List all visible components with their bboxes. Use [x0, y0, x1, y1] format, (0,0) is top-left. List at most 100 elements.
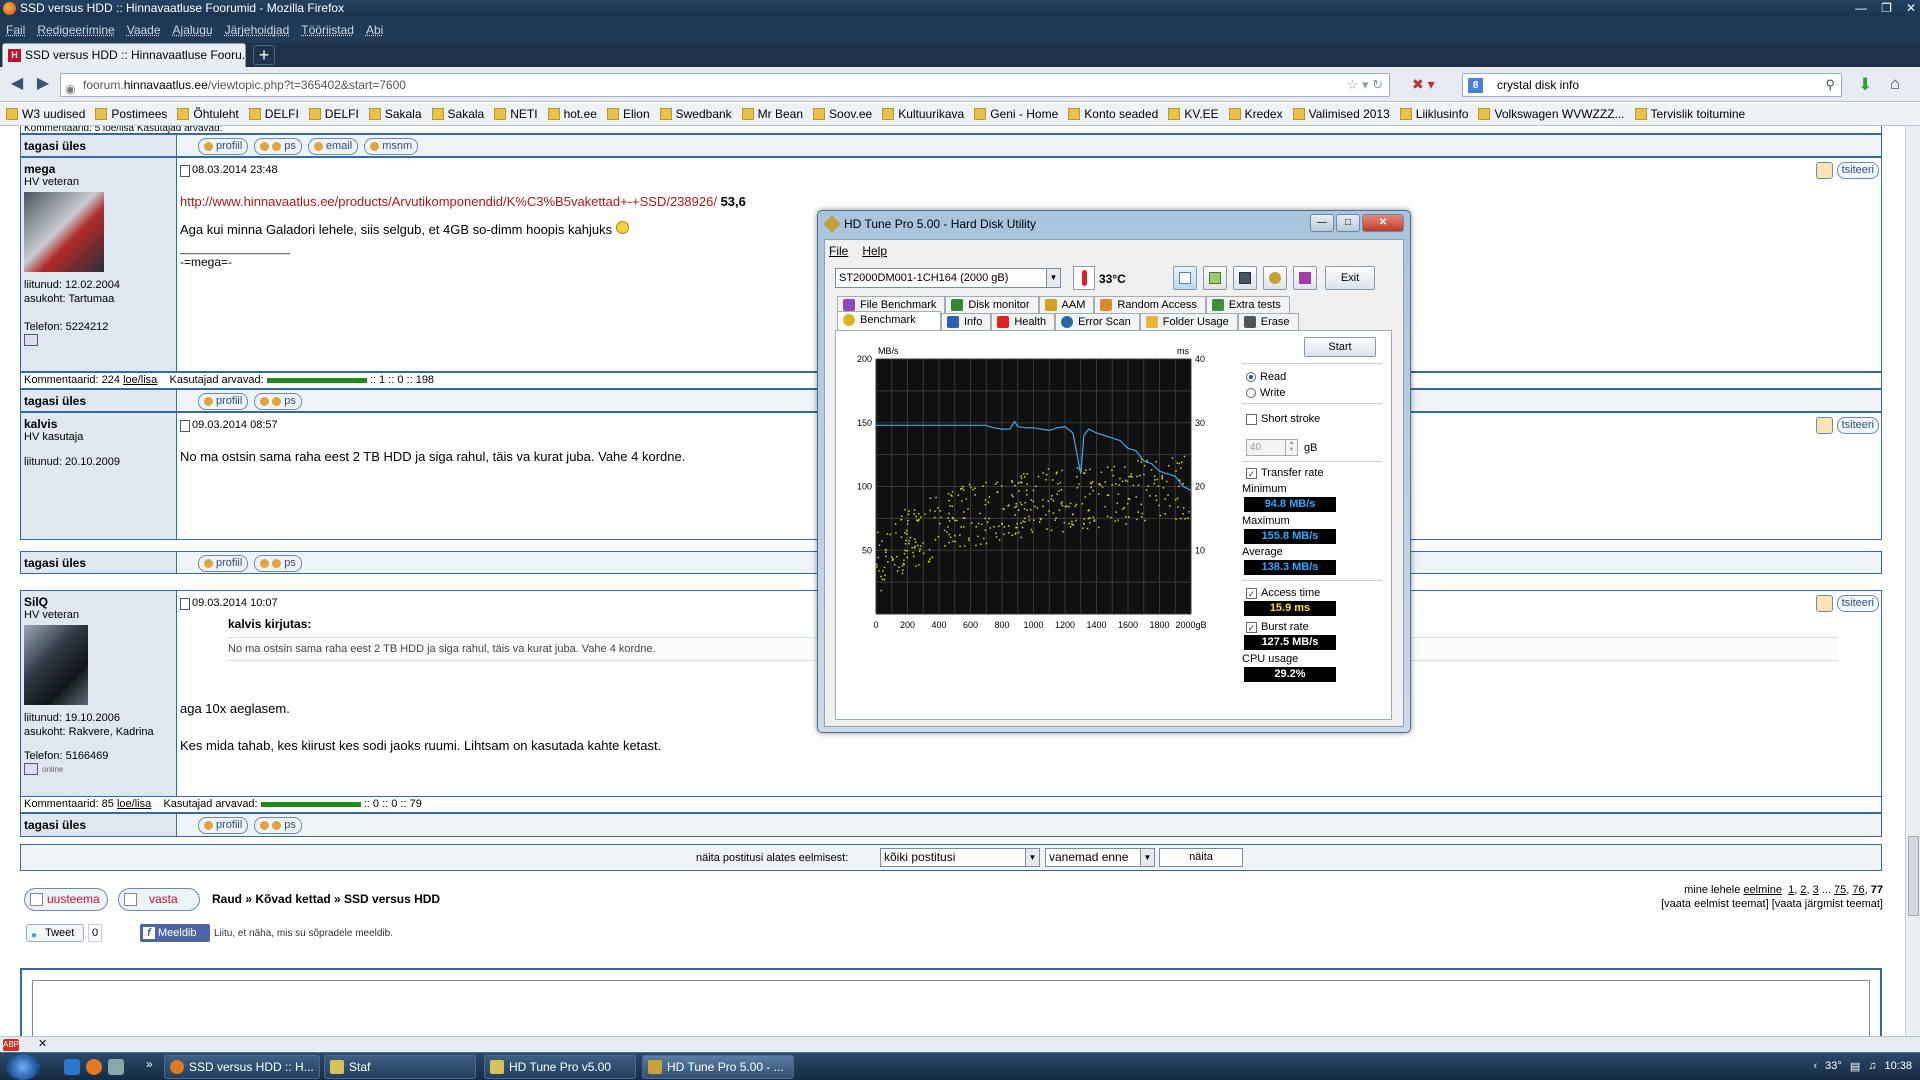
profile-card-icon[interactable] [24, 763, 38, 775]
search-input[interactable]: 8 crystal disk info ⚲ [1462, 73, 1842, 97]
network-icon[interactable]: ▤ [1850, 1060, 1860, 1073]
hdtune-maximize-button[interactable]: □ [1336, 214, 1360, 232]
access-time-checkbox[interactable]: ✓ Access time [1246, 587, 1320, 599]
crumb-ssd-versus-hdd[interactable]: SSD versus HDD [344, 892, 440, 906]
bookmark-item[interactable]: Sakala [431, 107, 484, 121]
reply-button[interactable]: vasta [118, 888, 200, 911]
back-to-top-link[interactable]: tagasi üles [24, 394, 86, 408]
page-link[interactable]: 1 [1788, 884, 1794, 896]
save-icon[interactable] [1233, 266, 1257, 290]
author-name[interactable]: kalvis [24, 417, 173, 431]
menu-jarjehoidjad[interactable]: Järjehoidjad [225, 23, 290, 37]
tab-health[interactable]: Health [991, 313, 1056, 330]
search-icon[interactable]: ⚲ [1825, 74, 1835, 96]
browser-tab-active[interactable]: H SSD versus HDD :: Hinnavaatluse Fooru.… [2, 43, 246, 67]
scrollbar-thumb[interactable] [1908, 836, 1919, 916]
tab-random-access[interactable]: Random Access [1094, 296, 1206, 313]
loe-lisa-link[interactable]: loe/lisa [123, 374, 157, 386]
profile-card-icon[interactable] [24, 334, 38, 346]
menu-abi[interactable]: Abi [366, 23, 383, 37]
hdtune-close-button[interactable]: ✕ [1362, 214, 1404, 232]
profiil-button[interactable]: profiil [198, 817, 249, 834]
quote-button[interactable]: tsiteeri [1836, 595, 1879, 612]
adblock-icon[interactable]: ABP [3, 1039, 19, 1051]
ps-button[interactable]: ps [254, 393, 302, 410]
filter-select[interactable]: kõiki postitusi ▼ [880, 848, 1040, 867]
firefox-quicklaunch-icon[interactable] [86, 1059, 102, 1075]
page-prev-link[interactable]: eelmine [1743, 884, 1782, 896]
bookmark-item[interactable]: Õhtuleht [177, 107, 239, 121]
ps-button[interactable]: ps [254, 138, 302, 155]
facebook-like-button[interactable]: f Meeldib [140, 924, 210, 942]
tab-erase[interactable]: Erase [1237, 313, 1299, 330]
drive-select[interactable]: ST2000DM001-1CH164 (2000 gB) ▼ [835, 268, 1061, 288]
hdtune-minimize-button[interactable]: — [1310, 214, 1334, 232]
bookmark-item[interactable]: W3 uudised [6, 107, 85, 121]
burst-rate-checkbox[interactable]: ✓ Burst rate [1246, 621, 1309, 633]
new-tab-button[interactable]: + [253, 45, 275, 65]
bookmark-star-icon[interactable]: ☆ ▾ ↻ [1347, 74, 1383, 96]
url-bar[interactable]: ◉ foorum.hinnavaatlus.ee/viewtopic.php?t… [60, 73, 1390, 97]
back-to-top-link[interactable]: tagasi üles [24, 556, 86, 570]
tab-info[interactable]: Info [941, 313, 992, 330]
copy-text-icon[interactable] [1173, 266, 1197, 290]
chevron-down-icon[interactable]: ▼ [1140, 849, 1154, 866]
email-button[interactable]: email [307, 138, 359, 155]
ps-button[interactable]: ps [254, 555, 302, 572]
edit-icon[interactable] [1815, 162, 1833, 179]
menu-fail[interactable]: Fail [6, 23, 25, 37]
page-link[interactable]: 2 [1800, 884, 1806, 896]
bookmark-item[interactable]: Kultuurikava [882, 107, 964, 121]
task-firefox[interactable]: SSD versus HDD :: H... [164, 1055, 320, 1079]
loe-lisa-link[interactable]: loe/lisa [117, 798, 151, 810]
back-arrow-icon[interactable]: ◀ [6, 74, 28, 96]
bookmark-item[interactable]: Volkswagen WVWZZZ... [1478, 107, 1625, 121]
bookmark-item[interactable]: KV.EE [1168, 107, 1219, 121]
chevron-down-icon[interactable]: ▼ [1046, 269, 1060, 287]
quicklaunch-more-icon[interactable]: » [146, 1057, 153, 1071]
page-scrollbar[interactable] [1905, 126, 1920, 1036]
explorer-icon[interactable] [108, 1059, 124, 1075]
close-button[interactable]: ✕ [1906, 0, 1916, 17]
order-select[interactable]: vanemad enne ▼ [1045, 848, 1155, 867]
menu-tooriistad[interactable]: Tööriistad [301, 23, 354, 37]
tab-disk-monitor[interactable]: Disk monitor [945, 296, 1039, 313]
menu-redigeerimine[interactable]: Redigeerimine [37, 23, 114, 37]
bookmark-item[interactable]: Swedbank [659, 107, 732, 121]
tab-benchmark[interactable]: Benchmark [837, 311, 941, 330]
windows-start-button[interactable] [6, 1054, 40, 1080]
chevron-down-icon[interactable]: ▼ [1025, 849, 1039, 866]
write-radio[interactable]: Write [1246, 387, 1285, 399]
menu-vaade[interactable]: Vaade [127, 23, 161, 37]
crumb-kovad-kettad[interactable]: Kõvad kettad [255, 892, 330, 906]
exit-button[interactable]: Exit [1325, 266, 1375, 290]
bookmark-item[interactable]: Postimees [95, 107, 167, 121]
bookmark-item[interactable]: Tervislik toitumine [1634, 107, 1745, 121]
addon-icon[interactable]: ✖ ▾ [1412, 76, 1435, 93]
back-to-top-link[interactable]: tagasi üles [24, 139, 86, 153]
msnm-button[interactable]: msnm [364, 138, 419, 155]
bookmark-item[interactable]: Kredex [1228, 107, 1283, 121]
ie-icon[interactable] [64, 1059, 80, 1075]
options-wrench-icon[interactable] [1263, 266, 1287, 290]
page-link[interactable]: 75 [1834, 884, 1846, 896]
bookmark-item[interactable]: Soov.ee [813, 107, 872, 121]
bookmark-item[interactable]: Geni - Home [974, 107, 1058, 121]
stroke-size-stepper[interactable]: 40 ▲ ▼ [1246, 439, 1298, 456]
hdtune-menu-help[interactable]: Help [862, 244, 887, 258]
hdtune-menu-file[interactable]: File [829, 244, 848, 258]
bookmark-item[interactable]: DELFI [308, 107, 359, 121]
task-staf[interactable]: Staf [324, 1055, 476, 1079]
search-engine-icon[interactable]: 8 [1468, 78, 1483, 93]
reply-textarea[interactable] [32, 980, 1870, 1036]
edit-icon[interactable] [1815, 595, 1833, 612]
bookmark-item[interactable]: Elion [606, 107, 650, 121]
bookmark-item[interactable]: DELFI [248, 107, 299, 121]
tray-chevron-icon[interactable]: ‹ [1814, 1060, 1818, 1073]
tab-aam[interactable]: AAM [1038, 296, 1095, 313]
bookmark-item[interactable]: NETI [494, 107, 538, 121]
minimize-button[interactable]: — [1855, 0, 1867, 17]
read-radio[interactable]: Read [1246, 371, 1286, 383]
ps-button[interactable]: ps [254, 817, 302, 834]
tweet-button[interactable]: ● Tweet [26, 924, 84, 942]
